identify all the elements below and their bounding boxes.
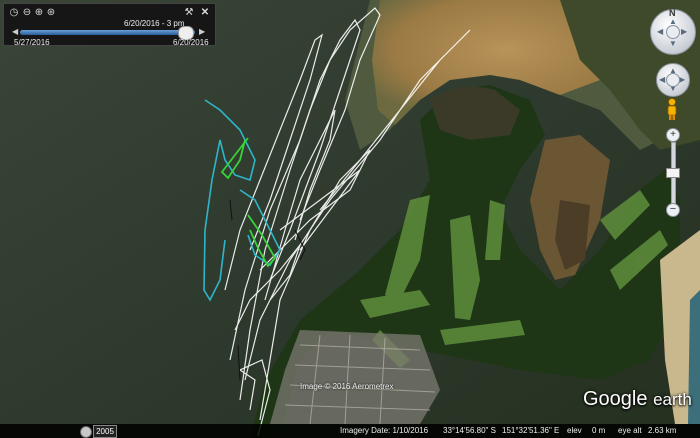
wrench-icon[interactable]: ⚒: [184, 8, 194, 18]
move-center[interactable]: [666, 73, 680, 87]
satellite-map[interactable]: [0, 0, 700, 438]
step-back-icon[interactable]: ◀: [12, 27, 20, 37]
zoom-slider-handle[interactable]: [666, 168, 680, 178]
look-right-arrow-icon[interactable]: ▶: [681, 28, 687, 36]
time-slider-current-date: 6/20/2016 - 3 pm: [124, 19, 185, 28]
imagery-copyright: Image © 2016 Aerometrex: [300, 382, 394, 391]
zoom-in-time-icon[interactable]: ⊕: [34, 8, 44, 18]
longitude-readout: 151°32'51.36" E: [502, 426, 560, 435]
imagery-date: Imagery Date: 1/10/2016: [340, 426, 429, 435]
logo-product: earth: [653, 390, 692, 409]
clock-icon[interactable]: ◷: [9, 8, 19, 18]
time-slider[interactable]: ◷ ⊖ ⊕ ⊛ ⚒ ✕ 6/20/2016 - 3 pm ◀ ▶ 5/27/20…: [3, 3, 216, 47]
zoom-out-time-icon[interactable]: ⊖: [22, 8, 32, 18]
eye-altitude-value: 2.63 km: [648, 426, 677, 435]
logo-brand: Google: [583, 388, 648, 410]
close-icon[interactable]: ✕: [200, 8, 210, 18]
historical-imagery-year[interactable]: 2005: [93, 425, 117, 438]
google-earth-logo: Google earth: [583, 388, 692, 411]
zoom-in-button[interactable]: +: [666, 128, 680, 142]
time-slider-start-date: 5/27/2016: [14, 38, 50, 47]
look-left-arrow-icon[interactable]: ◀: [657, 28, 663, 36]
zoom-out-button[interactable]: −: [666, 203, 680, 217]
street-view-pegman-icon[interactable]: [664, 98, 680, 120]
elevation-value: 0 m: [592, 426, 606, 435]
move-control[interactable]: ▲ ▼ ◀ ▶: [656, 63, 690, 97]
step-forward-icon[interactable]: ▶: [199, 27, 207, 37]
look-down-arrow-icon[interactable]: ▼: [669, 40, 677, 48]
time-slider-end-date: 6/20/2016: [173, 38, 209, 47]
play-icon[interactable]: ⊛: [46, 8, 56, 18]
eye-altitude-label: eye alt: [618, 426, 642, 435]
look-center[interactable]: [666, 25, 680, 39]
look-control[interactable]: N ▲ ▼ ◀ ▶: [650, 8, 696, 55]
elevation-label: elev: [567, 426, 582, 435]
historical-imagery-icon[interactable]: [80, 426, 92, 438]
move-left-arrow-icon[interactable]: ◀: [659, 76, 665, 84]
time-slider-track[interactable]: [20, 30, 195, 35]
latitude-readout: 33°14'56.80" S: [443, 426, 496, 435]
